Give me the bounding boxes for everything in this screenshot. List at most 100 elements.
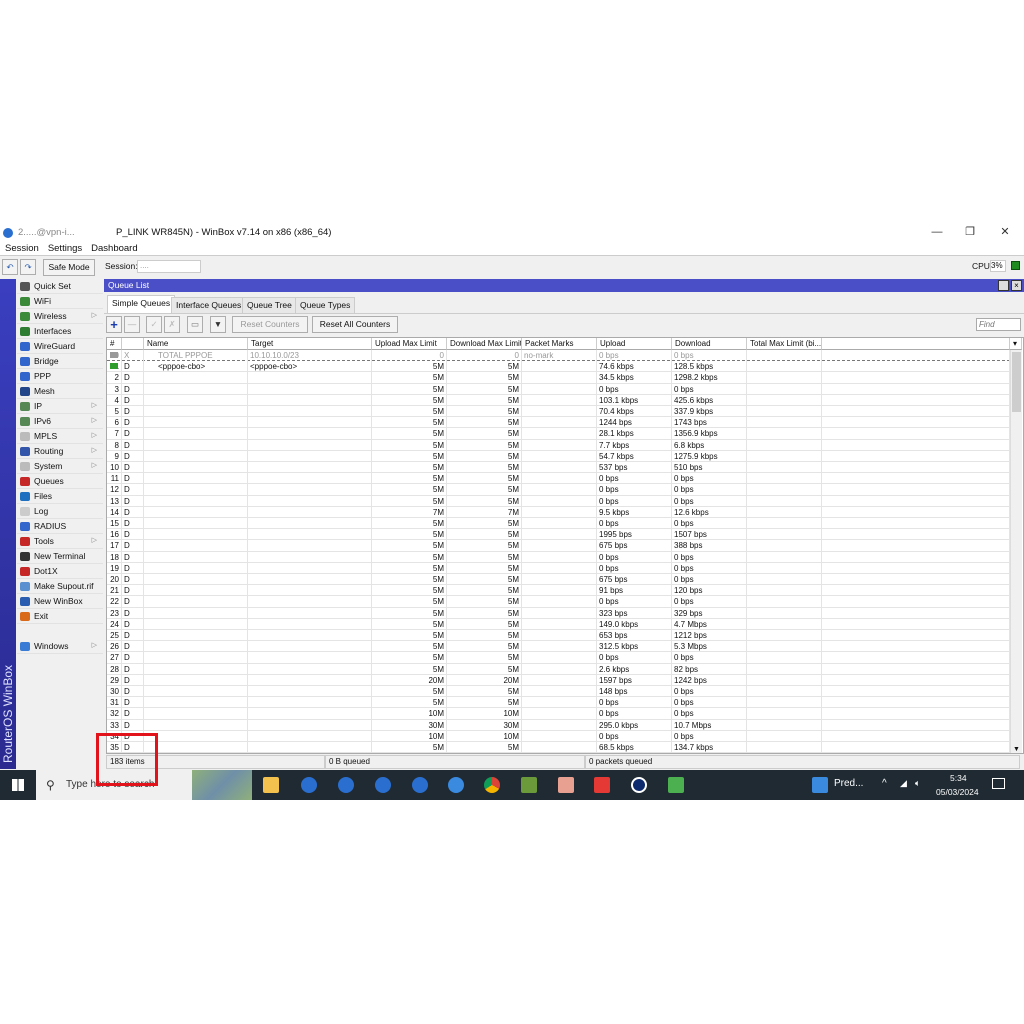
taskbar-app-label[interactable]: Pred... <box>834 778 863 789</box>
reset-all-counters-button[interactable]: Reset All Counters <box>312 316 398 333</box>
find-input[interactable] <box>976 318 1021 331</box>
table-row[interactable]: 20 D 5M 5M 675 bps 0 bps <box>107 574 1010 586</box>
sidebar-item-wireguard[interactable]: WireGuard <box>17 339 103 354</box>
wifi-icon[interactable]: ◢ <box>900 778 907 789</box>
table-row[interactable]: 13 D 5M 5M 0 bps 0 bps <box>107 495 1010 507</box>
table-row[interactable]: 17 D 5M 5M 675 bps 388 bps <box>107 540 1010 552</box>
notepad-icon[interactable] <box>521 777 537 793</box>
sidebar-item-files[interactable]: Files <box>17 489 103 504</box>
table-row[interactable]: 28 D 5M 5M 2.6 kbps 82 bps <box>107 663 1010 675</box>
volume-icon[interactable]: 🔈︎ <box>915 778 920 789</box>
menu-session[interactable]: Session <box>5 243 39 254</box>
table-row[interactable]: 14 D 7M 7M 9.5 kbps 12.6 kbps <box>107 506 1010 518</box>
scrollbar-thumb[interactable] <box>1012 352 1021 412</box>
sidebar-item-system[interactable]: System ▷ <box>17 459 103 474</box>
sidebar-item-new-winbox[interactable]: New WinBox <box>17 594 103 609</box>
scroll-down-icon[interactable]: ▼ <box>1013 746 1020 753</box>
table-row[interactable]: 11 D 5M 5M 0 bps 0 bps <box>107 473 1010 485</box>
sidebar-item-dot1x[interactable]: Dot1X <box>17 564 103 579</box>
table-row[interactable]: 21 D 5M 5M 91 bps 120 bps <box>107 585 1010 597</box>
reset-counters-button[interactable]: Reset Counters <box>232 316 308 333</box>
clock-date[interactable]: 05/03/2024 <box>936 787 979 797</box>
table-row[interactable]: 6 D 5M 5M 1244 bps 1743 bps <box>107 417 1010 429</box>
winbox-app-icon[interactable] <box>301 777 317 793</box>
table-row[interactable]: 4 D 5M 5M 103.1 kbps 425.6 kbps <box>107 394 1010 406</box>
menu-settings[interactable]: Settings <box>48 243 82 254</box>
sidebar-item-ppp[interactable]: PPP <box>17 369 103 384</box>
column-header[interactable]: Name <box>144 338 248 350</box>
sidebar-item-windows[interactable]: Windows ▷ <box>17 639 103 654</box>
sidebar-item-ipv6[interactable]: IPv6 ▷ <box>17 414 103 429</box>
window-restore-icon[interactable] <box>998 280 1009 291</box>
undo-button[interactable]: ↶ <box>2 259 18 275</box>
network-tool-icon[interactable] <box>668 777 684 793</box>
sidebar-item-wireless[interactable]: Wireless ▷ <box>17 309 103 324</box>
session-field[interactable]: .... <box>137 260 201 273</box>
sidebar-item-quick-set[interactable]: Quick Set <box>17 279 103 294</box>
filter-button[interactable]: ▼ <box>210 316 226 333</box>
winbox-app-icon[interactable] <box>375 777 391 793</box>
table-row[interactable]: 23 D 5M 5M 323 bps 329 bps <box>107 607 1010 619</box>
sidebar-item-mpls[interactable]: MPLS ▷ <box>17 429 103 444</box>
table-row[interactable]: 26 D 5M 5M 312.5 kbps 5.3 Mbps <box>107 641 1010 653</box>
column-header[interactable]: Upload <box>597 338 672 350</box>
table-row[interactable]: 30 D 5M 5M 148 bps 0 bps <box>107 686 1010 698</box>
table-row[interactable]: 34 D 10M 10M 0 bps 0 bps <box>107 730 1010 742</box>
tab-interface-queues[interactable]: Interface Queues <box>171 297 247 313</box>
table-row[interactable]: 9 D 5M 5M 54.7 kbps 1275.9 kbps <box>107 450 1010 462</box>
table-row[interactable]: 24 D 5M 5M 149.0 kbps 4.7 Mbps <box>107 618 1010 630</box>
menu-dashboard[interactable]: Dashboard <box>91 243 137 254</box>
vertical-scrollbar[interactable]: ▼ <box>1010 350 1022 753</box>
sidebar-item-wifi[interactable]: WiFi <box>17 294 103 309</box>
table-row[interactable]: 10 D 5M 5M 537 bps 510 bps <box>107 462 1010 474</box>
sidebar-item-bridge[interactable]: Bridge <box>17 354 103 369</box>
chrome-icon[interactable] <box>484 777 500 793</box>
table-row[interactable]: 19 D 5M 5M 0 bps 0 bps <box>107 562 1010 574</box>
sidebar-item-new-terminal[interactable]: New Terminal <box>17 549 103 564</box>
tab-simple-queues[interactable]: Simple Queues <box>107 295 176 313</box>
file-explorer-icon[interactable] <box>263 777 279 793</box>
windows-start-icon[interactable] <box>12 779 24 791</box>
table-row[interactable]: 7 D 5M 5M 28.1 kbps 1356.9 kbps <box>107 428 1010 440</box>
sidebar-item-routing[interactable]: Routing ▷ <box>17 444 103 459</box>
minimize-button[interactable]: — <box>922 225 952 241</box>
table-row[interactable]: 32 D 10M 10M 0 bps 0 bps <box>107 708 1010 720</box>
sidebar-item-radius[interactable]: RADIUS <box>17 519 103 534</box>
redo-button[interactable]: ↷ <box>20 259 36 275</box>
table-row[interactable]: 8 D 5M 5M 7.7 kbps 6.8 kbps <box>107 439 1010 451</box>
window-close-icon[interactable]: × <box>1011 280 1022 291</box>
column-chooser-icon[interactable]: ▾ <box>1010 338 1022 350</box>
sidebar-item-exit[interactable]: Exit <box>17 609 103 624</box>
enable-button[interactable]: ✓ <box>146 316 162 333</box>
column-header[interactable]: Packet Marks <box>522 338 597 350</box>
table-row[interactable]: 29 D 20M 20M 1597 bps 1242 bps <box>107 674 1010 686</box>
table-row[interactable]: 22 D 5M 5M 0 bps 0 bps <box>107 596 1010 608</box>
remove-button[interactable]: — <box>124 316 140 333</box>
column-header[interactable]: Total Max Limit (bi... <box>747 338 822 350</box>
disable-button[interactable]: ✗ <box>164 316 180 333</box>
table-row[interactable]: 18 D 5M 5M 0 bps 0 bps <box>107 551 1010 563</box>
column-header[interactable]: Upload Max Limit <box>372 338 447 350</box>
comment-button[interactable]: ▭ <box>187 316 203 333</box>
table-row[interactable]: 25 D 5M 5M 653 bps 1212 bps <box>107 630 1010 642</box>
column-header[interactable]: Target <box>248 338 372 350</box>
sidebar-item-ip[interactable]: IP ▷ <box>17 399 103 414</box>
table-row[interactable]: 35 D 5M 5M 68.5 kbps 134.7 kbps <box>107 742 1010 753</box>
table-row[interactable]: 12 D 5M 5M 0 bps 0 bps <box>107 484 1010 496</box>
table-row[interactable]: 33 D 30M 30M 295.0 kbps 10.7 Mbps <box>107 719 1010 731</box>
sidebar-item-log[interactable]: Log <box>17 504 103 519</box>
winbox-app-icon[interactable] <box>412 777 428 793</box>
notifications-icon[interactable] <box>992 778 1005 789</box>
table-row[interactable]: 5 D 5M 5M 70.4 kbps 337.9 kbps <box>107 406 1010 418</box>
table-row[interactable]: 16 D 5M 5M 1995 bps 1507 bps <box>107 529 1010 541</box>
table-row[interactable]: 27 D 5M 5M 0 bps 0 bps <box>107 652 1010 664</box>
close-button[interactable]: ✕ <box>990 225 1020 241</box>
table-row[interactable]: 0XTOTAL PPPOE10.10.10.0/2300no-mark0 bps… <box>107 350 1010 362</box>
winbox-app-icon[interactable] <box>338 777 354 793</box>
column-header[interactable]: Download <box>672 338 747 350</box>
column-header[interactable] <box>122 338 144 350</box>
word-document-icon[interactable] <box>812 777 828 793</box>
clock-time[interactable]: 5:34 <box>950 773 967 783</box>
sidebar-item-make-supout-rif[interactable]: Make Supout.rif <box>17 579 103 594</box>
sidebar-item-tools[interactable]: Tools ▷ <box>17 534 103 549</box>
